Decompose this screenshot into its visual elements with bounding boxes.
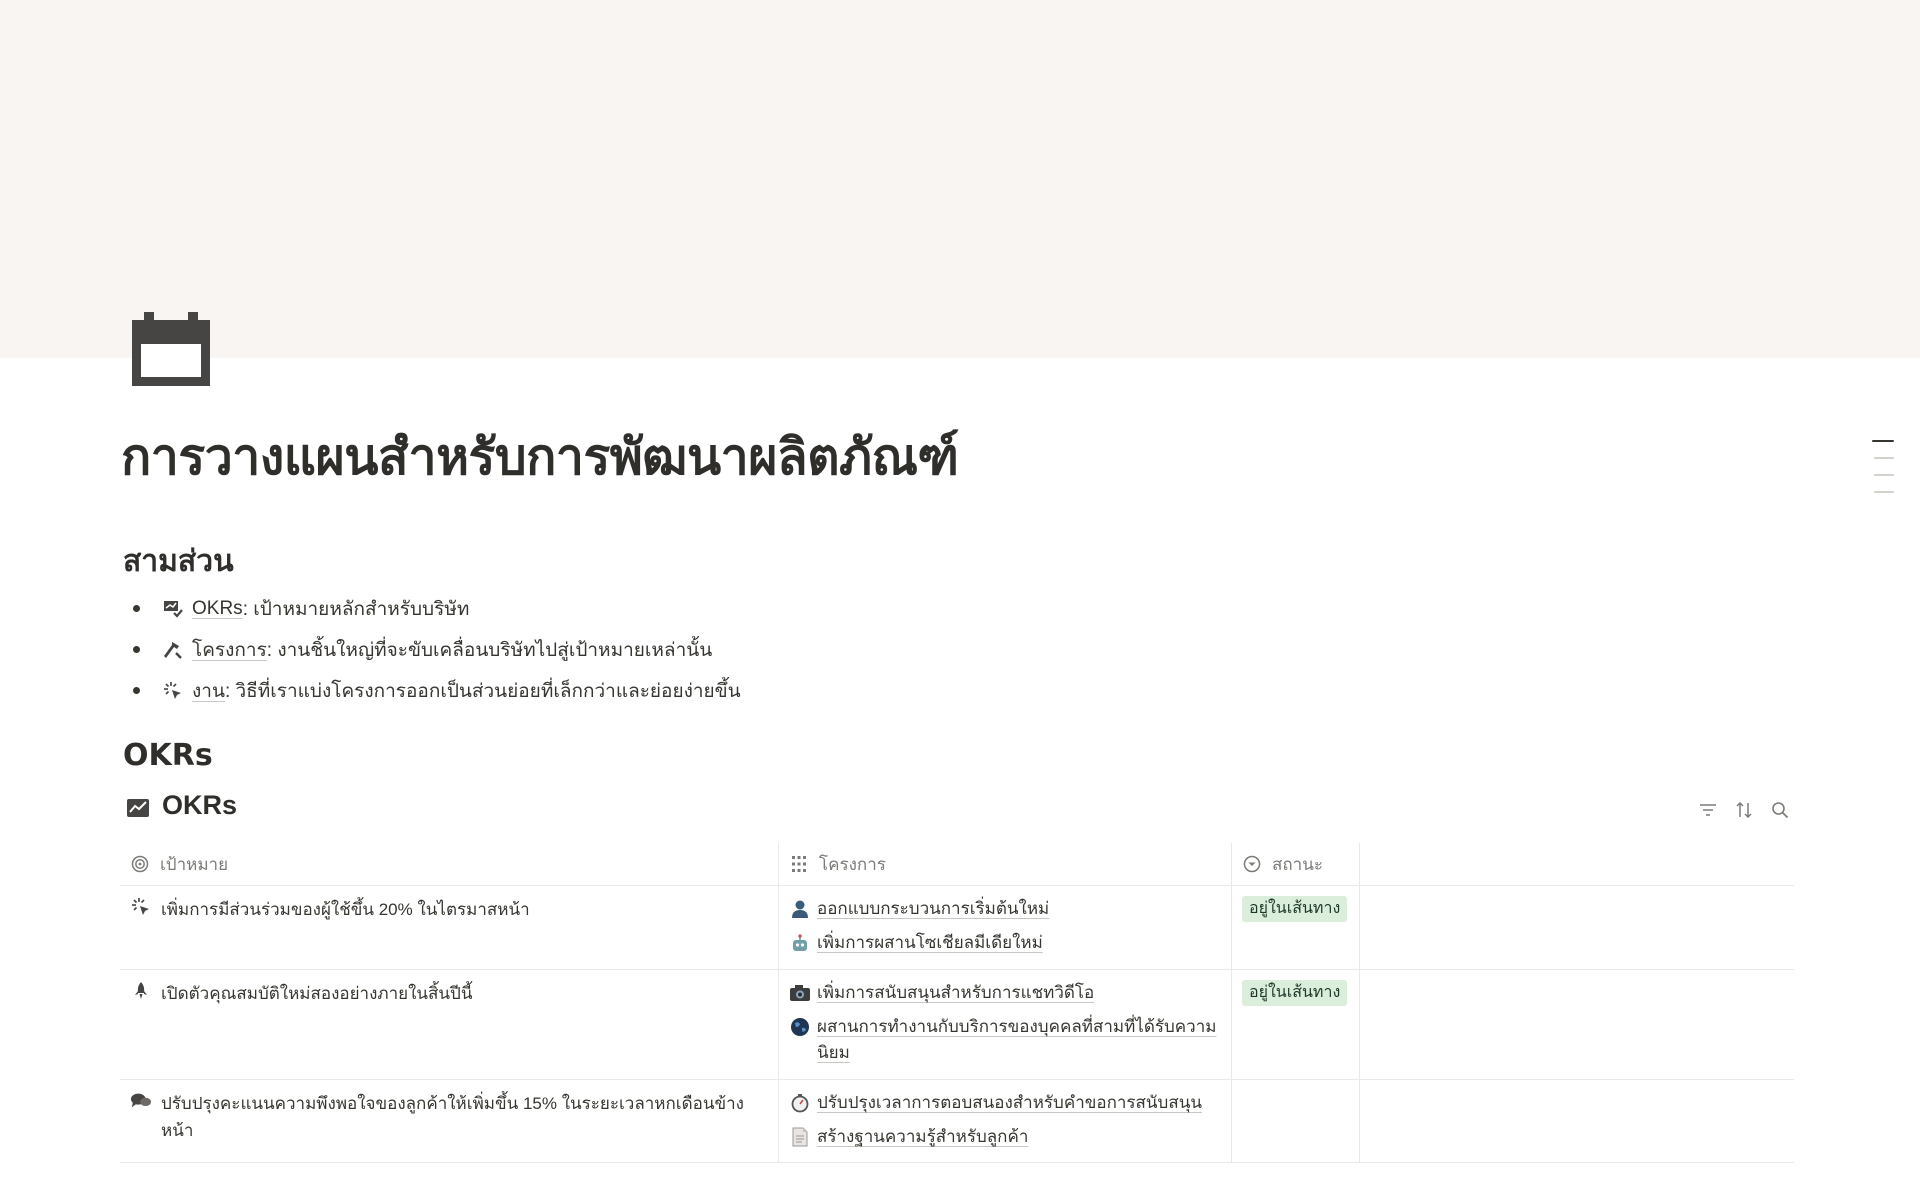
project-label: เพิ่มการผสานโซเชียลมีเดียใหม่ (817, 933, 1043, 952)
status-cell[interactable]: อยู่ในเส้นทาง (1231, 886, 1359, 969)
tasks-link[interactable]: งาน (192, 676, 225, 706)
chat-bubbles-icon (130, 1090, 152, 1112)
project-label: เพิ่มการสนับสนุนสำหรับการแชทวิดีโอ (817, 983, 1095, 1002)
column-header-label: โครงการ (819, 854, 886, 874)
status-badge: อยู่ในเส้นทาง (1242, 980, 1348, 1006)
empty-cell (1359, 1080, 1794, 1162)
goal-text: ปรับปรุงคะแนนความพึงพอใจของลูกค้าให้เพิ่… (161, 1094, 744, 1140)
project-label: ออกแบบกระบวนการเริ่มต้นใหม่ (817, 899, 1050, 918)
project-relation[interactable]: เพิ่มการผสานโซเชียลมีเดียใหม่ (789, 930, 1221, 956)
globe-icon (789, 1016, 811, 1038)
goal-cell[interactable]: ปรับปรุงคะแนนความพึงพอใจของลูกค้าให้เพิ่… (120, 1080, 778, 1162)
column-header-label: สถานะ (1272, 854, 1323, 874)
hammer-icon (162, 639, 184, 661)
status-cell[interactable]: อยู่ในเส้นทาง (1231, 970, 1359, 1079)
stopwatch-icon (789, 1092, 811, 1114)
projects-link[interactable]: โครงการ (192, 635, 267, 665)
toc-line[interactable] (1874, 474, 1894, 476)
goal-cell[interactable]: เพิ่มการมีส่วนร่วมของผู้ใช้ขึ้น 20% ในไต… (120, 886, 778, 969)
chart-check-icon (162, 598, 184, 620)
toc-line[interactable] (1874, 491, 1894, 493)
table-header: เป้าหมาย โครงการ สถานะ (120, 843, 1794, 886)
list-item-text: : เป้าหมายหลักสำหรับบริษัท (242, 598, 470, 620)
column-header-goal[interactable]: เป้าหมาย (120, 843, 778, 885)
person-icon (789, 898, 811, 920)
sort-icon[interactable] (1734, 800, 1754, 820)
project-label: ผสานการทำงานกับบริการของบุคคลที่สามที่ได… (817, 1017, 1217, 1062)
list-item: โครงการ : งานชิ้นใหญ่ที่จะขับเคลื่อนบริษ… (130, 629, 741, 670)
list-item: OKRs : เป้าหมายหลักสำหรับบริษัท (130, 588, 741, 629)
table-of-contents-minimap[interactable] (1872, 440, 1894, 493)
bullet-dot (133, 605, 140, 612)
projects-cell[interactable]: ปรับปรุงเวลาการตอบสนองสำหรับคำขอการสนับส… (778, 1080, 1231, 1162)
project-relation[interactable]: ออกแบบกระบวนการเริ่มต้นใหม่ (789, 896, 1221, 922)
robot-icon (789, 932, 811, 954)
calendar-icon[interactable] (130, 312, 212, 388)
goal-cell[interactable]: เปิดตัวคุณสมบัติใหม่สองอย่างภายในสิ้นปีน… (120, 970, 778, 1079)
projects-cell[interactable]: ออกแบบกระบวนการเริ่มต้นใหม่ เพิ่มการผสาน… (778, 886, 1231, 969)
toc-line-active[interactable] (1872, 440, 1894, 442)
grid-icon (789, 854, 809, 874)
okrs-table: เป้าหมาย โครงการ สถานะ เพิ่มการมีส่วนร่ว… (120, 843, 1794, 1163)
status-badge: อยู่ในเส้นทาง (1242, 896, 1348, 922)
database-title[interactable]: OKRs (126, 790, 237, 821)
database-title-text: OKRs (162, 790, 238, 820)
sparkle-click-icon (162, 680, 184, 702)
page-title[interactable]: การวางแผนสำหรับการพัฒนาผลิตภัณฑ์ (121, 418, 959, 497)
rocket-icon (130, 980, 152, 1002)
status-icon (1242, 854, 1262, 874)
toc-line[interactable] (1874, 457, 1894, 459)
sparkle-click-icon (130, 896, 152, 918)
heading-okrs: OKRs (123, 738, 213, 773)
table-row[interactable]: เพิ่มการมีส่วนร่วมของผู้ใช้ขึ้น 20% ในไต… (120, 886, 1794, 970)
project-relation[interactable]: ผสานการทำงานกับบริการของบุคคลที่สามที่ได… (789, 1014, 1221, 1066)
project-relation[interactable]: สร้างฐานความรู้สำหรับลูกค้า (789, 1124, 1221, 1150)
target-icon (130, 854, 150, 874)
column-header-spacer (1359, 843, 1794, 885)
page-cover[interactable] (0, 0, 1920, 358)
list-item: งาน : วิธีที่เราแบ่งโครงการออกเป็นส่วนย่… (130, 670, 741, 711)
bullet-dot (133, 687, 140, 694)
table-row[interactable]: เปิดตัวคุณสมบัติใหม่สองอย่างภายในสิ้นปีน… (120, 970, 1794, 1080)
project-relation[interactable]: เพิ่มการสนับสนุนสำหรับการแชทวิดีโอ (789, 980, 1221, 1006)
empty-cell (1359, 970, 1794, 1079)
three-parts-list: OKRs : เป้าหมายหลักสำหรับบริษัท โครงการ … (130, 588, 741, 711)
heading-three-parts: สามส่วน (123, 544, 234, 579)
bullet-dot (133, 646, 140, 653)
chart-line-icon (126, 795, 150, 817)
project-label: ปรับปรุงเวลาการตอบสนองสำหรับคำขอการสนับส… (817, 1093, 1202, 1112)
camera-icon (789, 982, 811, 1004)
database-toolbar (1698, 800, 1790, 820)
project-label: สร้างฐานความรู้สำหรับลูกค้า (817, 1127, 1029, 1146)
okrs-link[interactable]: OKRs (192, 598, 243, 620)
status-cell[interactable] (1231, 1080, 1359, 1162)
column-header-label: เป้าหมาย (160, 854, 229, 874)
projects-cell[interactable]: เพิ่มการสนับสนุนสำหรับการแชทวิดีโอ ผสานก… (778, 970, 1231, 1079)
filter-icon[interactable] (1698, 800, 1718, 820)
column-header-projects[interactable]: โครงการ (778, 843, 1231, 885)
empty-cell (1359, 886, 1794, 969)
document-icon (789, 1126, 811, 1148)
table-row[interactable]: ปรับปรุงคะแนนความพึงพอใจของลูกค้าให้เพิ่… (120, 1080, 1794, 1163)
goal-text: เปิดตัวคุณสมบัติใหม่สองอย่างภายในสิ้นปีน… (161, 984, 473, 1003)
search-icon[interactable] (1770, 800, 1790, 820)
goal-text: เพิ่มการมีส่วนร่วมของผู้ใช้ขึ้น 20% ในไต… (161, 900, 530, 919)
column-header-status[interactable]: สถานะ (1231, 843, 1359, 885)
project-relation[interactable]: ปรับปรุงเวลาการตอบสนองสำหรับคำขอการสนับส… (789, 1090, 1221, 1116)
list-item-text: : งานชิ้นใหญ่ที่จะขับเคลื่อนบริษัทไปสู่เ… (266, 639, 713, 661)
list-item-text: : วิธีที่เราแบ่งโครงการออกเป็นส่วนย่อยที… (224, 680, 741, 702)
